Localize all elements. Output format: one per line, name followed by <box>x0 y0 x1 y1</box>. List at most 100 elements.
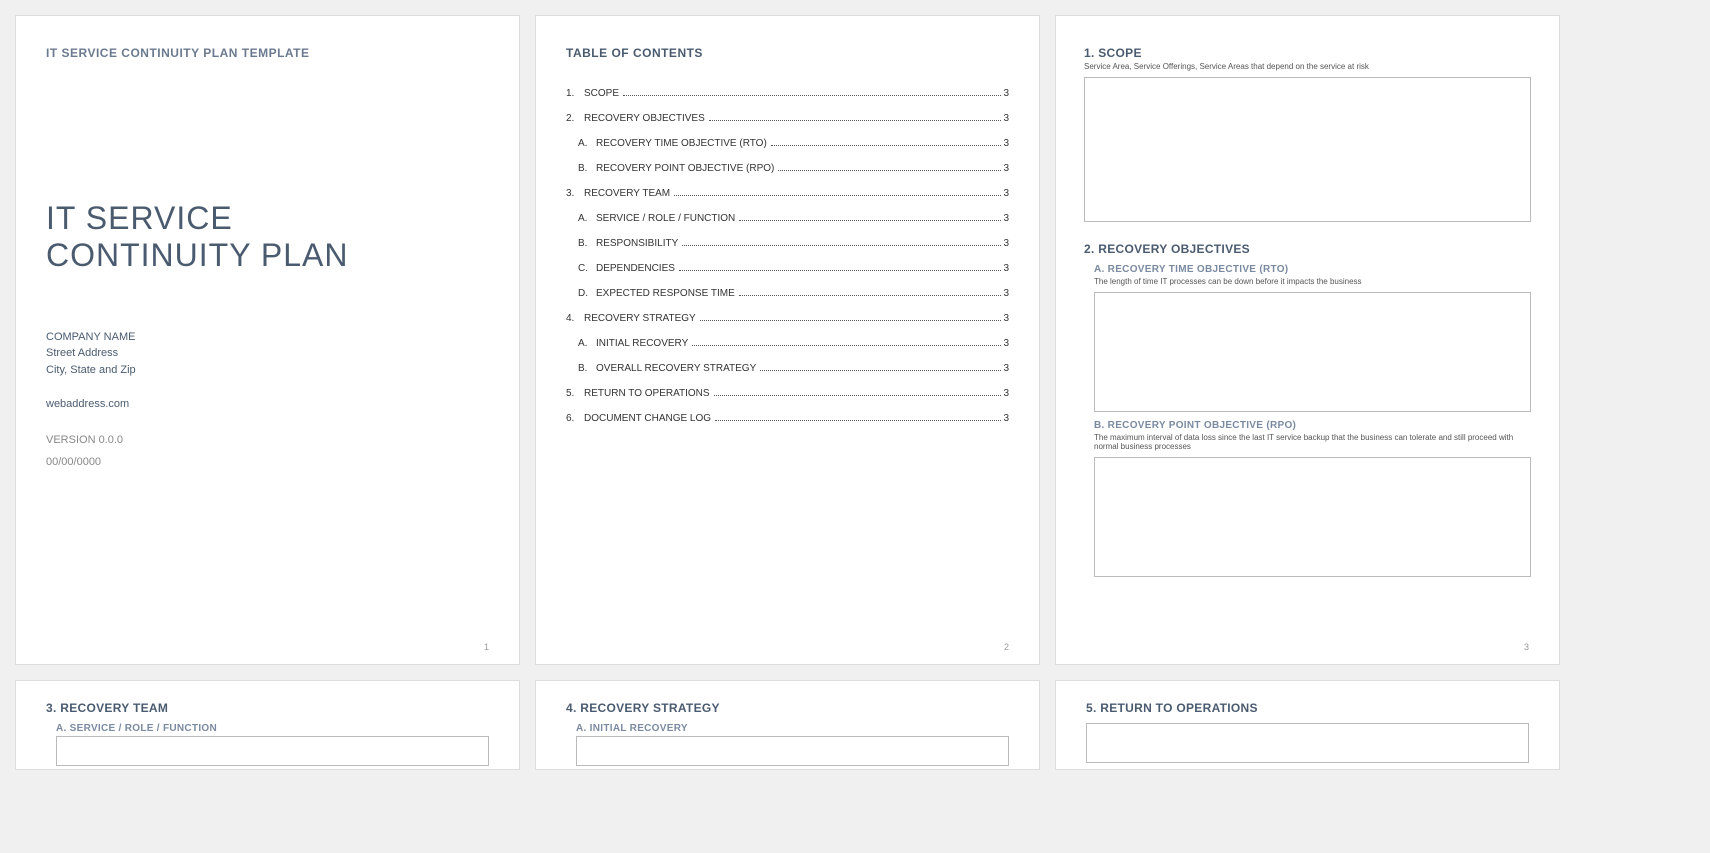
toc-label: INITIAL RECOVERY <box>596 338 690 349</box>
toc-page: 3 <box>1003 213 1009 224</box>
toc-page: 3 <box>1003 88 1009 99</box>
toc-row: D.EXPECTED RESPONSE TIME 3 <box>566 288 1009 299</box>
toc-label: SCOPE <box>584 88 621 99</box>
scope-input-box[interactable] <box>1084 77 1531 222</box>
toc-number: 6. <box>566 413 584 424</box>
toc-row: A.SERVICE / ROLE / FUNCTION 3 <box>566 213 1009 224</box>
recovery-strategy-input-box[interactable] <box>576 736 1009 766</box>
toc-row: 1.SCOPE 3 <box>566 88 1009 99</box>
toc-page: 3 <box>1003 313 1009 324</box>
section-scope-heading: 1. SCOPE <box>1084 46 1531 60</box>
page-number: 1 <box>484 642 489 652</box>
recovery-team-input-box[interactable] <box>56 736 489 766</box>
toc-dots <box>739 295 1002 296</box>
rto-subheading: A. RECOVERY TIME OBJECTIVE (RTO) <box>1084 264 1531 275</box>
version: VERSION 0.0.0 <box>46 434 489 446</box>
section-return-to-operations-heading: 5. RETURN TO OPERATIONS <box>1086 701 1529 715</box>
rpo-description: The maximum interval of data loss since … <box>1084 433 1531 451</box>
page-number: 2 <box>1004 642 1009 652</box>
toc-number: A. <box>578 213 596 224</box>
section-recovery-strategy-heading: 4. RECOVERY STRATEGY <box>566 701 1009 715</box>
toc-dots <box>709 120 1002 121</box>
toc-dots <box>714 395 1002 396</box>
company-name: COMPANY NAME <box>46 329 489 346</box>
toc-label: RECOVERY TIME OBJECTIVE (RTO) <box>596 138 769 149</box>
page-4-recovery-team: 3. RECOVERY TEAM A. SERVICE / ROLE / FUN… <box>15 680 520 770</box>
toc-page: 3 <box>1003 138 1009 149</box>
toc-dots <box>778 170 1001 171</box>
toc-number: B. <box>578 163 596 174</box>
toc-row: C.DEPENDENCIES 3 <box>566 263 1009 274</box>
toc-page: 3 <box>1003 263 1009 274</box>
toc-row: 3.RECOVERY TEAM 3 <box>566 188 1009 199</box>
toc-dots <box>679 270 1002 271</box>
date: 00/00/0000 <box>46 456 489 468</box>
toc-dots <box>739 220 1001 221</box>
street-address: Street Address <box>46 345 489 362</box>
initial-recovery-subheading: A. INITIAL RECOVERY <box>566 723 1009 734</box>
toc-page: 3 <box>1003 163 1009 174</box>
page-6-return-to-operations: 5. RETURN TO OPERATIONS <box>1055 680 1560 770</box>
company-block: COMPANY NAME Street Address City, State … <box>46 329 489 379</box>
service-role-function-subheading: A. SERVICE / ROLE / FUNCTION <box>46 723 489 734</box>
toc-number: 1. <box>566 88 584 99</box>
toc-row: 5.RETURN TO OPERATIONS 3 <box>566 388 1009 399</box>
toc-row: B.RESPONSIBILITY3 <box>566 238 1009 249</box>
toc-row: A.INITIAL RECOVERY3 <box>566 338 1009 349</box>
toc-page: 3 <box>1003 388 1009 399</box>
rto-description: The length of time IT processes can be d… <box>1084 277 1531 286</box>
toc-page: 3 <box>1003 188 1009 199</box>
page-2-toc: TABLE OF CONTENTS 1.SCOPE32.RECOVERY OBJ… <box>535 15 1040 665</box>
toc-label: RESPONSIBILITY <box>596 238 680 249</box>
toc-dots <box>715 420 1001 421</box>
toc-number: C. <box>578 263 596 274</box>
document-title: IT SERVICE CONTINUITY PLAN <box>46 200 489 274</box>
page-5-recovery-strategy: 4. RECOVERY STRATEGY A. INITIAL RECOVERY <box>535 680 1040 770</box>
toc-number: 2. <box>566 113 584 124</box>
toc-label: OVERALL RECOVERY STRATEGY <box>596 363 758 374</box>
template-label: IT SERVICE CONTINUITY PLAN TEMPLATE <box>46 46 489 60</box>
page-3-content: 1. SCOPE Service Area, Service Offerings… <box>1055 15 1560 665</box>
title-line-1: IT SERVICE <box>46 200 233 236</box>
toc-dots <box>674 195 1001 196</box>
rto-input-box[interactable] <box>1094 292 1531 412</box>
toc-number: A. <box>578 138 596 149</box>
scope-description: Service Area, Service Offerings, Service… <box>1084 62 1531 71</box>
toc-row: B.RECOVERY POINT OBJECTIVE (RPO)3 <box>566 163 1009 174</box>
toc-label: DOCUMENT CHANGE LOG <box>584 413 713 424</box>
toc-number: B. <box>578 363 596 374</box>
toc-number: A. <box>578 338 596 349</box>
toc-row: 2.RECOVERY OBJECTIVES 3 <box>566 113 1009 124</box>
return-to-operations-input-box[interactable] <box>1086 723 1529 763</box>
toc-label: RECOVERY OBJECTIVES <box>584 113 707 124</box>
toc-number: 3. <box>566 188 584 199</box>
toc-title: TABLE OF CONTENTS <box>566 46 1009 60</box>
pages-container: IT SERVICE CONTINUITY PLAN TEMPLATE IT S… <box>15 15 1695 770</box>
toc-dots <box>623 95 1001 96</box>
toc-dots <box>760 370 1001 371</box>
toc-number: 5. <box>566 388 584 399</box>
page-1-cover: IT SERVICE CONTINUITY PLAN TEMPLATE IT S… <box>15 15 520 665</box>
toc-page: 3 <box>1003 288 1009 299</box>
toc-dots <box>682 245 1001 246</box>
toc-dots <box>771 145 1002 146</box>
toc-label: EXPECTED RESPONSE TIME <box>596 288 737 299</box>
toc-row: A.RECOVERY TIME OBJECTIVE (RTO) 3 <box>566 138 1009 149</box>
toc-row: 6.DOCUMENT CHANGE LOG 3 <box>566 413 1009 424</box>
toc-label: RETURN TO OPERATIONS <box>584 388 712 399</box>
toc-list: 1.SCOPE32.RECOVERY OBJECTIVES3A.RECOVERY… <box>566 88 1009 424</box>
toc-label: RECOVERY STRATEGY <box>584 313 698 324</box>
toc-number: D. <box>578 288 596 299</box>
rpo-input-box[interactable] <box>1094 457 1531 577</box>
city-state-zip: City, State and Zip <box>46 362 489 379</box>
toc-page: 3 <box>1003 238 1009 249</box>
toc-page: 3 <box>1003 413 1009 424</box>
toc-label: SERVICE / ROLE / FUNCTION <box>596 213 737 224</box>
toc-page: 3 <box>1003 113 1009 124</box>
toc-dots <box>692 345 1001 346</box>
section-recovery-objectives-heading: 2. RECOVERY OBJECTIVES <box>1084 242 1531 256</box>
toc-page: 3 <box>1003 363 1009 374</box>
toc-label: RECOVERY TEAM <box>584 188 672 199</box>
toc-label: DEPENDENCIES <box>596 263 677 274</box>
toc-dots <box>700 320 1002 321</box>
